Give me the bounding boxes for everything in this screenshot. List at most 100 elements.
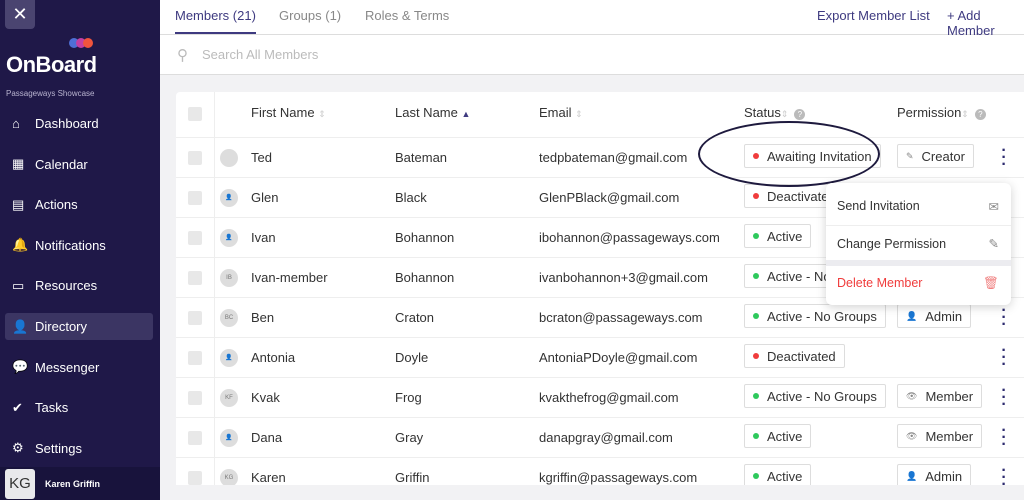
- help-icon: ?: [794, 109, 806, 120]
- select-all-checkbox[interactable]: [188, 107, 202, 121]
- sidebar-item-actions[interactable]: ▤ Actions: [5, 191, 153, 218]
- more-options-icon[interactable]: ···: [999, 383, 1009, 413]
- row-checkbox[interactable]: [188, 191, 202, 205]
- more-options-icon[interactable]: ···: [999, 343, 1009, 373]
- avatar: KG: [5, 468, 35, 499]
- permission-icon: 👤: [906, 470, 918, 481]
- header-status[interactable]: Status⇕?: [744, 105, 806, 120]
- table-row[interactable]: Ted Bateman tedpbateman@gmail.com Awaiti…: [176, 137, 1024, 177]
- actions-icon: ▤: [12, 196, 25, 212]
- email: GlenPBlack@gmail.com: [539, 190, 680, 205]
- first-name: Dana: [251, 430, 283, 445]
- top-bar: Members (21) Groups (1) Roles & Terms Ex…: [160, 0, 1024, 38]
- sidebar-item-resources[interactable]: ▭ Resources: [5, 272, 153, 299]
- sidebar-item-label: Settings: [35, 440, 82, 456]
- permission-icon: 👁: [906, 430, 918, 441]
- close-icon[interactable]: ✕: [5, 0, 35, 29]
- row-checkbox[interactable]: [188, 471, 202, 485]
- first-name: Kvak: [251, 390, 280, 405]
- sidebar-item-label: Calendar: [35, 156, 88, 172]
- add-member-button[interactable]: + Add Member: [947, 8, 1024, 38]
- export-member-list-link[interactable]: Export Member List: [817, 8, 930, 23]
- sidebar-item-tasks[interactable]: ✔ Tasks: [5, 394, 153, 421]
- sidebar-item-directory[interactable]: 👤 Directory: [5, 313, 153, 340]
- row-checkbox[interactable]: [188, 151, 202, 165]
- header-first-name[interactable]: First Name ⇕: [251, 105, 326, 120]
- header-last-name[interactable]: Last Name ▲: [395, 105, 470, 120]
- sidebar-item-notifications[interactable]: 🔔 Notifications: [5, 232, 153, 259]
- notifications-icon: 🔔: [12, 237, 29, 253]
- status-badge: Active - No Groups: [744, 304, 886, 328]
- row-checkbox[interactable]: [188, 431, 202, 445]
- permission-badge[interactable]: ✎ Creator: [897, 144, 974, 168]
- help-icon: ?: [974, 109, 986, 120]
- sidebar-item-calendar[interactable]: ▦ Calendar: [5, 151, 153, 178]
- sidebar-item-messenger[interactable]: 💬 Messenger: [5, 354, 153, 381]
- horizontal-scroll-area: [160, 485, 1024, 500]
- first-name: Ivan: [251, 230, 276, 245]
- tab-members[interactable]: Members (21): [175, 8, 256, 34]
- first-name: Glen: [251, 190, 279, 205]
- annotation-circle: [698, 121, 880, 187]
- avatar: BC: [220, 309, 238, 327]
- last-name: Bohannon: [395, 230, 455, 245]
- change-permission-menu-item[interactable]: Change Permission ✎: [826, 225, 1011, 261]
- avatar: [220, 149, 238, 167]
- last-name: Craton: [395, 310, 435, 325]
- delete-member-menu-item[interactable]: Delete Member 🗑: [826, 265, 1011, 301]
- row-checkbox[interactable]: [188, 391, 202, 405]
- first-name: Antonia: [251, 350, 296, 365]
- trash-icon: 🗑: [983, 275, 999, 290]
- last-name: Bateman: [395, 150, 448, 165]
- more-options-icon[interactable]: ···: [999, 303, 1009, 333]
- sidebar-item-settings[interactable]: ⚙ Settings: [5, 435, 153, 462]
- send-invitation-menu-item[interactable]: Send Invitation ✉: [826, 188, 1011, 224]
- last-name: Frog: [395, 390, 422, 405]
- permission-icon: 👁: [906, 390, 918, 401]
- sidebar-item-label: Actions: [35, 197, 78, 213]
- user-profile[interactable]: KG Karen Griffin: [0, 467, 160, 500]
- organization-name: Passageways Showcase: [6, 89, 95, 98]
- permission-badge[interactable]: 👁 Member: [897, 424, 983, 448]
- row-checkbox[interactable]: [188, 271, 202, 285]
- sidebar-item-label: Resources: [35, 278, 98, 294]
- status-badge: Active - No Groups: [744, 384, 886, 408]
- header-permission[interactable]: Permission⇕?: [897, 105, 986, 120]
- first-name: Ben: [251, 310, 275, 325]
- calendar-icon: ▦: [12, 156, 25, 172]
- status-badge: Deactivated: [744, 344, 845, 368]
- first-name: Karen: [251, 470, 286, 485]
- permission-badge[interactable]: 👤 Admin: [897, 304, 972, 328]
- tab-roles-terms[interactable]: Roles & Terms: [365, 8, 449, 23]
- permission-icon: 👤: [906, 310, 918, 321]
- avatar: 👤: [220, 229, 238, 247]
- table-row[interactable]: 👤 Dana Gray danapgray@gmail.com Active 👁 M…: [176, 417, 1024, 457]
- logo-icon: [69, 38, 93, 48]
- header-email[interactable]: Email ⇕: [539, 105, 583, 120]
- avatar: 👤: [220, 349, 238, 367]
- email: kgriffin@passageways.com: [539, 470, 698, 485]
- search-bar: ⚲: [160, 35, 1024, 75]
- permission-badge[interactable]: 👁 Member: [897, 384, 983, 408]
- row-checkbox[interactable]: [188, 231, 202, 245]
- table-row[interactable]: KF Kvak Frog kvakthefrog@gmail.com Activ…: [176, 377, 1024, 417]
- tab-groups[interactable]: Groups (1): [279, 8, 341, 23]
- sidebar-item-label: Tasks: [35, 400, 69, 416]
- email: tedpbateman@gmail.com: [539, 150, 688, 165]
- directory-icon: 👤: [12, 318, 29, 334]
- table-row[interactable]: 👤 Antonia Doyle AntoniaPDoyle@gmail.com …: [176, 337, 1024, 377]
- sidebar-item-label: Notifications: [35, 237, 106, 253]
- permission-icon: ✎: [906, 150, 914, 161]
- email: bcraton@passageways.com: [539, 310, 703, 325]
- logo: OnBoard: [6, 52, 97, 77]
- more-options-icon[interactable]: ···: [999, 423, 1009, 453]
- row-checkbox[interactable]: [188, 351, 202, 365]
- sidebar-item-dashboard[interactable]: ⌂ Dashboard: [5, 110, 153, 137]
- messenger-icon: 💬: [12, 359, 29, 375]
- last-name: Griffin: [395, 470, 430, 485]
- email: ivanbohannon+3@gmail.com: [539, 270, 708, 285]
- more-options-icon[interactable]: ···: [999, 143, 1009, 173]
- last-name: Bohannon: [395, 270, 455, 285]
- search-input[interactable]: [202, 47, 602, 62]
- row-checkbox[interactable]: [188, 311, 202, 325]
